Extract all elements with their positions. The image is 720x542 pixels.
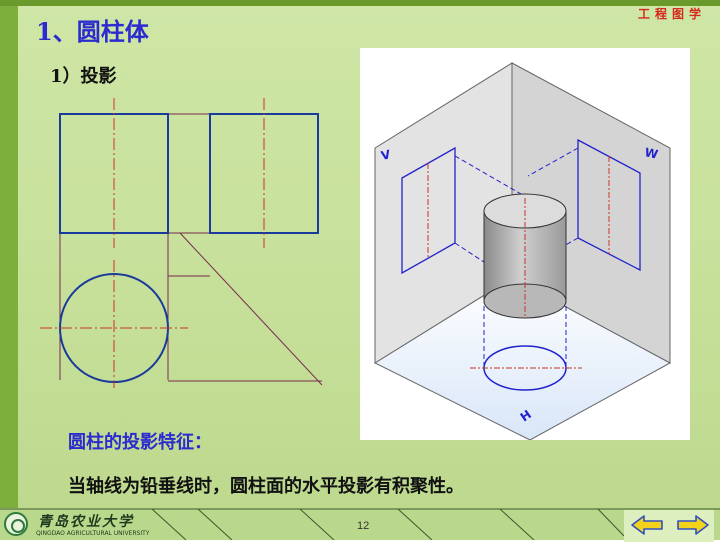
footer-bar: 青岛农业大学 QINGDAO AGRICULTURAL UNIVERSITY 1… [0, 508, 720, 542]
next-slide-button[interactable] [676, 514, 710, 536]
university-name-en: QINGDAO AGRICULTURAL UNIVERSITY [36, 530, 150, 537]
page-number: 12 [357, 520, 370, 532]
arrow-right-icon [677, 515, 709, 535]
cylinder-bottom [483, 283, 567, 319]
miter-line [179, 232, 323, 386]
orthographic-projection [40, 98, 323, 388]
isometric-projection: V W H [373, 62, 672, 440]
top-bar [0, 0, 720, 6]
slide-background: 工程图学 1、圆柱体 1）投影 V W H 圆柱的投影特征： 当轴线为铅垂线时，… [0, 0, 720, 542]
feature-label: 圆柱的投影特征： [68, 432, 212, 453]
navigation-controls [624, 510, 714, 542]
isometric-panel: V W H [360, 48, 690, 440]
slide-title: 1、圆柱体 [36, 17, 149, 46]
previous-slide-button[interactable] [630, 514, 664, 536]
arrow-left-icon [631, 515, 663, 535]
university-logo-icon [4, 512, 28, 536]
course-brand: 工程图学 [637, 7, 706, 21]
left-strip [0, 6, 18, 508]
section-subtitle: 1）投影 [50, 66, 117, 87]
university-name: 青岛农业大学 QINGDAO AGRICULTURAL UNIVERSITY [34, 509, 149, 539]
center-lines [40, 98, 265, 388]
university-name-cn: 青岛农业大学 [38, 514, 134, 530]
outline-views [59, 113, 319, 383]
construction-lines [59, 113, 323, 386]
feature-text: 当轴线为铅垂线时，圆柱面的水平投影有积聚性。 [68, 476, 464, 497]
